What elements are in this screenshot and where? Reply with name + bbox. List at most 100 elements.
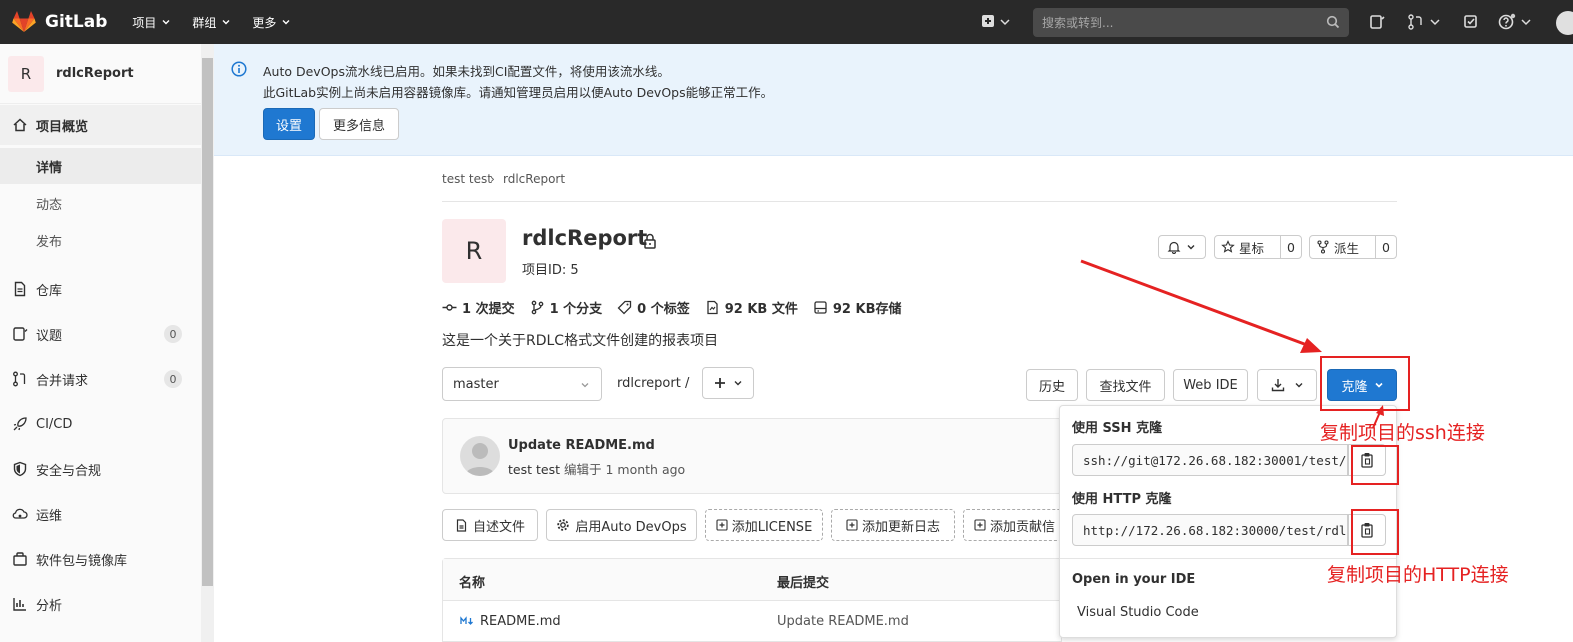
sidebar-scrollbar[interactable] [201, 44, 214, 642]
branch-icon [531, 300, 543, 314]
file-name-link[interactable]: README.md [480, 614, 561, 629]
commit-icon [442, 303, 457, 311]
tags-stat[interactable]: 0 个标签 [617, 298, 690, 317]
download-icon [1271, 379, 1285, 392]
add-changelog-button[interactable]: 添加更新日志 [831, 509, 955, 541]
project-title: rdlcReport [522, 226, 648, 250]
search-input[interactable]: 搜索或转到... [1033, 8, 1349, 37]
more-info-button[interactable]: 更多信息 [319, 108, 399, 140]
sidebar-item-cicd[interactable]: CI/CD [0, 404, 201, 444]
ssh-copy-highlight-box [1351, 445, 1399, 485]
ssh-clone-label: 使用 SSH 克隆 [1072, 421, 1163, 436]
file-last-commit-link[interactable]: Update README.md [777, 614, 909, 629]
chevron-down-icon [162, 20, 170, 25]
merge-requests-count-badge: 0 [164, 370, 182, 388]
divider [442, 201, 1397, 202]
find-file-button[interactable]: 查找文件 [1086, 369, 1165, 401]
storage-stat[interactable]: 92 KB存储 [813, 298, 902, 317]
branches-count: 1 个分支 [549, 301, 603, 317]
open-in-vscode-item[interactable]: Visual Studio Code [1077, 605, 1199, 620]
nav-projects[interactable]: 项目 [132, 14, 170, 31]
breadcrumb-project[interactable]: rdlcReport [503, 172, 565, 186]
open-in-ide-heading: Open in your IDE [1072, 572, 1196, 587]
chevron-down-icon[interactable] [999, 13, 1011, 31]
readme-button[interactable]: 自述文件 [442, 509, 538, 541]
table-row[interactable]: README.md Update README.md [443, 601, 1061, 642]
repo-path[interactable]: rdlcreport [617, 376, 681, 391]
sidebar-item-repository[interactable]: 仓库 [0, 269, 201, 309]
sidebar-item-label: 安全与合规 [36, 463, 102, 479]
last-commit: Update README.md test test 编辑于 1 month a… [442, 418, 1062, 494]
doc-icon [456, 518, 467, 532]
commits-stat[interactable]: 1 次提交 [442, 298, 515, 317]
help-icon[interactable] [1498, 13, 1516, 31]
web-ide-button[interactable]: Web IDE [1173, 369, 1248, 401]
sidebar-item-label: 合并请求 [36, 373, 89, 389]
new-item-icon[interactable] [980, 13, 998, 31]
commit-author[interactable]: test test [508, 462, 560, 477]
search-placeholder: 搜索或转到... [1042, 16, 1114, 30]
breadcrumb-group[interactable]: test test [442, 172, 492, 186]
http-url-field[interactable]: http://172.26.68.182:30000/test/rdlcrepo… [1072, 514, 1348, 546]
sidebar-item-overview[interactable]: 项目概览 [0, 105, 201, 145]
http-annotation-text: 复制项目的HTTP连接 [1327, 564, 1509, 586]
chevron-down-icon [581, 383, 589, 388]
todo-icon[interactable] [1462, 13, 1480, 31]
http-copy-highlight-box [1351, 509, 1399, 555]
breadcrumb-separator: › [490, 172, 495, 186]
merge-request-nav-icon[interactable] [1407, 13, 1425, 31]
gitlab-logo[interactable]: GitLab [12, 11, 107, 33]
sidebar-item-packages[interactable]: 软件包与镜像库 [0, 539, 201, 579]
commit-meta: test test 编辑于 1 month ago [508, 459, 685, 478]
project-id: 项目ID: 5 [522, 263, 579, 278]
star-label: 星标 [1239, 240, 1265, 256]
ssh-url-field[interactable]: ssh://git@172.26.68.182:30001/test/rdlcr… [1072, 444, 1348, 476]
merge-request-icon [13, 371, 26, 387]
dropdown-divider [1060, 558, 1396, 559]
chevron-down-icon [282, 20, 290, 25]
chevron-down-icon[interactable] [1429, 13, 1441, 31]
storage-size: 92 KB存储 [832, 301, 902, 317]
files-stat[interactable]: 92 KB 文件 [705, 298, 798, 317]
sidebar-sub-releases[interactable]: 发布 [0, 222, 201, 258]
sidebar-sub-activity[interactable]: 动态 [0, 185, 201, 221]
sidebar-item-operations[interactable]: 运维 [0, 494, 201, 534]
plus-square-icon [846, 519, 858, 531]
fork-count: 0 [1382, 239, 1390, 255]
sidebar-item-analytics[interactable]: 分析 [0, 584, 201, 624]
issues-nav-icon[interactable] [1368, 13, 1386, 31]
project-avatar-large: R [442, 219, 506, 283]
sidebar-item-merge-requests[interactable]: 合并请求 0 [0, 359, 201, 399]
brand-name: GitLab [45, 12, 108, 32]
download-button[interactable] [1257, 369, 1317, 401]
branch-select[interactable]: master [442, 367, 602, 401]
commit-title[interactable]: Update README.md [508, 438, 655, 453]
add-license-button[interactable]: 添加LICENSE [705, 509, 823, 541]
branches-stat[interactable]: 1 个分支 [530, 298, 603, 317]
sidebar-scrollbar-thumb[interactable] [202, 58, 213, 586]
sidebar-item-issues[interactable]: 议题 0 [0, 314, 201, 354]
commit-author-avatar[interactable] [460, 436, 500, 476]
settings-button[interactable]: 设置 [263, 108, 315, 140]
add-to-tree-button[interactable] [702, 367, 754, 399]
sidebar-item-security[interactable]: 安全与合规 [0, 449, 201, 489]
sidebar-item-label: 软件包与镜像库 [36, 553, 128, 569]
user-avatar[interactable] [1556, 11, 1573, 35]
ssh-annotation-text: 复制项目的ssh连接 [1320, 422, 1485, 444]
history-button[interactable]: 历史 [1026, 369, 1078, 401]
chevron-down-icon[interactable] [1520, 13, 1532, 31]
nav-more[interactable]: 更多 [252, 14, 290, 31]
sidebar-sub-details[interactable]: 详情 [0, 148, 201, 184]
default-avatar-icon [465, 443, 495, 476]
sidebar: R rdlcReport 项目概览 详情 动态 发布 仓库 议题 0 合并请求 … [0, 44, 214, 642]
info-icon [231, 61, 247, 77]
plus-icon [715, 378, 725, 388]
search-icon [1326, 15, 1340, 29]
http-clone-label: 使用 HTTP 克隆 [1072, 492, 1172, 507]
gear-icon [557, 519, 570, 531]
shield-icon [13, 461, 27, 477]
enable-autodevops-button[interactable]: 启用Auto DevOps [546, 509, 697, 541]
nav-groups[interactable]: 群组 [192, 14, 230, 31]
project-avatar: R [8, 55, 44, 92]
sidebar-project-header[interactable]: R rdlcReport [0, 44, 201, 104]
